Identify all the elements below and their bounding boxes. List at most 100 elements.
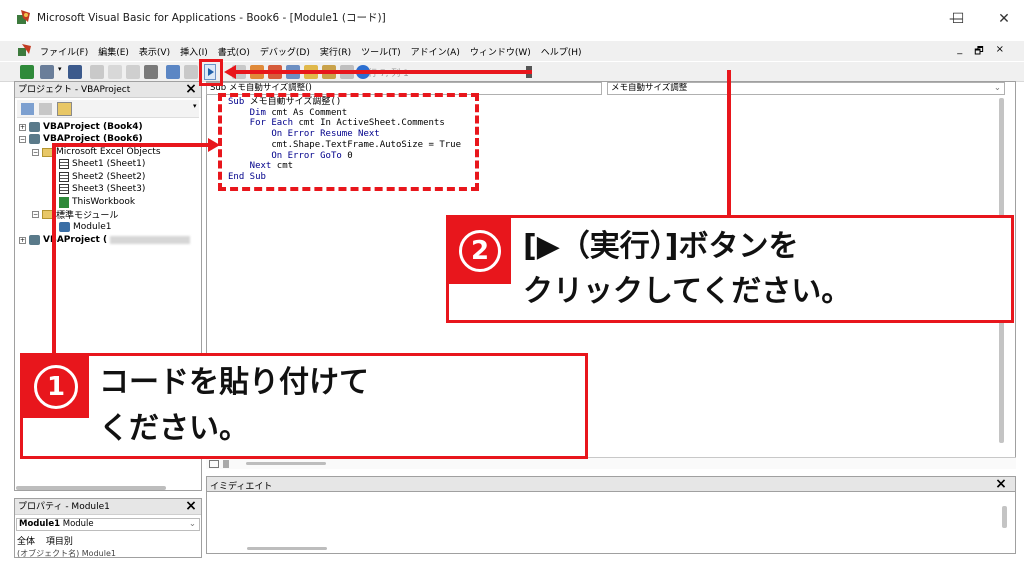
undo-icon[interactable] (166, 65, 180, 79)
immediate-window[interactable] (206, 492, 1016, 554)
menu-item[interactable]: ファイル(F) (40, 45, 88, 58)
vbaproject-icon (29, 134, 40, 144)
menu-item[interactable]: 表示(V) (139, 45, 170, 58)
callout2-connector (727, 70, 731, 218)
pane-scroll-icon[interactable]: ▾ (193, 102, 201, 120)
paste-icon[interactable] (126, 65, 140, 79)
vba-menu-icon (18, 44, 31, 56)
view-code-icon[interactable] (21, 103, 34, 115)
procedure-view-icon[interactable] (209, 460, 219, 468)
tree-node-sheet2[interactable]: Sheet2 (Sheet2) (59, 171, 145, 183)
run-button-highlight (199, 59, 223, 86)
sheet-icon (59, 184, 69, 194)
expand-icon[interactable]: + (19, 236, 26, 244)
explorer-hscrollbar[interactable] (16, 486, 166, 490)
menu-items: ファイル(F) 編集(E) 表示(V) 挿入(I) 書式(O) デバッグ(D) 実行(R) ツ… (40, 45, 582, 58)
tree-node-proj1[interactable]: + VBAProject (Book4) (19, 121, 143, 133)
mdi-minimize-button[interactable]: _ (957, 44, 962, 61)
tree-node-sheet1[interactable]: Sheet1 (Sheet1) (59, 158, 145, 170)
menu-item[interactable]: ヘルプ(H) (541, 45, 582, 58)
step2-line1: [▶（実行）]ボタンを (523, 229, 799, 264)
callout1-connector (52, 143, 56, 357)
excel-view-icon[interactable] (20, 65, 34, 79)
expand-icon[interactable]: + (19, 123, 26, 131)
sheet-icon (59, 172, 69, 182)
properties-close-button[interactable]: × (184, 499, 198, 513)
menu-item[interactable]: 挿入(I) (180, 45, 208, 58)
collapse-icon[interactable]: − (19, 135, 26, 143)
workbook-icon (59, 196, 69, 208)
project-explorer-toolbar (17, 100, 199, 118)
insert-module-icon[interactable] (40, 65, 54, 79)
properties-tabs: 全体 項目別 (17, 534, 73, 547)
mdi-close-button[interactable]: × (996, 44, 1004, 61)
arrow-line-run (232, 70, 532, 74)
step1-line1: コードを貼り付けて (99, 365, 369, 400)
project-explorer-close-button[interactable]: × (184, 82, 198, 96)
redacted-text (110, 236, 191, 244)
collapse-icon[interactable]: − (32, 210, 39, 218)
step2-badge: 2 (449, 218, 511, 284)
immediate-title: イミディエイト (210, 482, 273, 492)
properties-pane: プロパティ - Module1 Module1 Module ⌄ 全体 項目別 … (14, 498, 202, 558)
arrow-head-icon (224, 65, 236, 79)
window-title: Microsoft Visual Basic for Applications … (37, 12, 386, 24)
menu-item[interactable]: 編集(E) (98, 45, 129, 58)
menu-item[interactable]: アドイン(A) (411, 45, 460, 58)
vbaproject-icon (29, 122, 40, 132)
vbaproject-icon (29, 235, 40, 245)
immediate-hscrollbar[interactable] (247, 547, 327, 550)
properties-object-select[interactable]: Module1 Module ⌄ (16, 518, 200, 531)
chevron-down-icon: ⌄ (993, 83, 1001, 93)
menu-item[interactable]: 実行(R) (320, 45, 351, 58)
properties-title: プロパティ - Module1 (15, 499, 201, 515)
maximize-button[interactable]: ☐ (940, 6, 976, 32)
menu-item[interactable]: ウィンドウ(W) (470, 45, 531, 58)
title-bar: Microsoft Visual Basic for Applications … (0, 0, 1024, 40)
maximize-icon: ☐ (951, 11, 965, 27)
mdi-restore-button[interactable]: 🗗 (974, 44, 983, 61)
code-highlight (218, 93, 479, 191)
callout-step1: 1 コードを貼り付けて ください。 (20, 353, 588, 459)
chevron-down-icon: ⌄ (188, 519, 196, 529)
vba-app-icon (17, 10, 30, 24)
menu-item[interactable]: 書式(O) (218, 45, 250, 58)
collapse-icon[interactable]: − (32, 148, 39, 156)
menu-item[interactable]: デバッグ(D) (260, 45, 310, 58)
full-module-view-icon[interactable] (223, 460, 229, 468)
menu-item[interactable]: ツール(T) (361, 45, 401, 58)
tree-node-thisworkbook[interactable]: ThisWorkbook (59, 196, 135, 208)
find-icon[interactable] (144, 65, 158, 79)
arrow-head-icon (208, 138, 220, 152)
tree-node-sheet3[interactable]: Sheet3 (Sheet3) (59, 183, 145, 195)
immediate-close-button[interactable]: × (994, 477, 1008, 491)
sheet-icon (59, 159, 69, 169)
dropdown-arrow-icon[interactable]: ▾ (58, 65, 64, 79)
view-object-icon[interactable] (39, 103, 52, 115)
step1-line2: ください。 (99, 411, 249, 446)
close-window-button[interactable]: ✕ (986, 6, 1022, 32)
toggle-folders-icon[interactable] (57, 102, 72, 116)
copy-icon[interactable] (108, 65, 122, 79)
step1-badge: 1 (23, 356, 89, 418)
cut-icon[interactable] (90, 65, 104, 79)
step2-line2: クリックしてください。 (523, 274, 852, 309)
tree-node-proj3[interactable]: + VBAProject ( (19, 234, 191, 246)
tab-all[interactable]: 全体 (17, 537, 35, 547)
properties-row: (オブジェクト名) Module1 (17, 549, 116, 558)
module-icon (59, 222, 70, 232)
callout-step2: 2 [▶（実行）]ボタンを クリックしてください。 (446, 215, 1014, 323)
tab-category[interactable]: 項目別 (46, 537, 73, 547)
redo-icon[interactable] (184, 65, 198, 79)
immediate-vscrollbar[interactable] (1002, 506, 1007, 528)
immediate-titlebar: イミディエイト (206, 476, 1016, 492)
procedure-combo[interactable]: メモ自動サイズ調整 ⌄ (607, 82, 1005, 95)
menu-bar: ファイル(F) 編集(E) 表示(V) 挿入(I) 書式(O) デバッグ(D) 実行(R) ツ… (0, 41, 1024, 61)
tree-node-modules[interactable]: − 標準モジュール (32, 208, 118, 221)
code-hscrollbar[interactable] (246, 462, 326, 465)
save-icon[interactable] (68, 65, 82, 79)
step1-number: 1 (34, 365, 78, 409)
callout1-connector-h (52, 143, 210, 147)
tree-node-module1[interactable]: Module1 (59, 221, 111, 233)
project-explorer-title: プロジェクト - VBAProject (15, 82, 201, 98)
